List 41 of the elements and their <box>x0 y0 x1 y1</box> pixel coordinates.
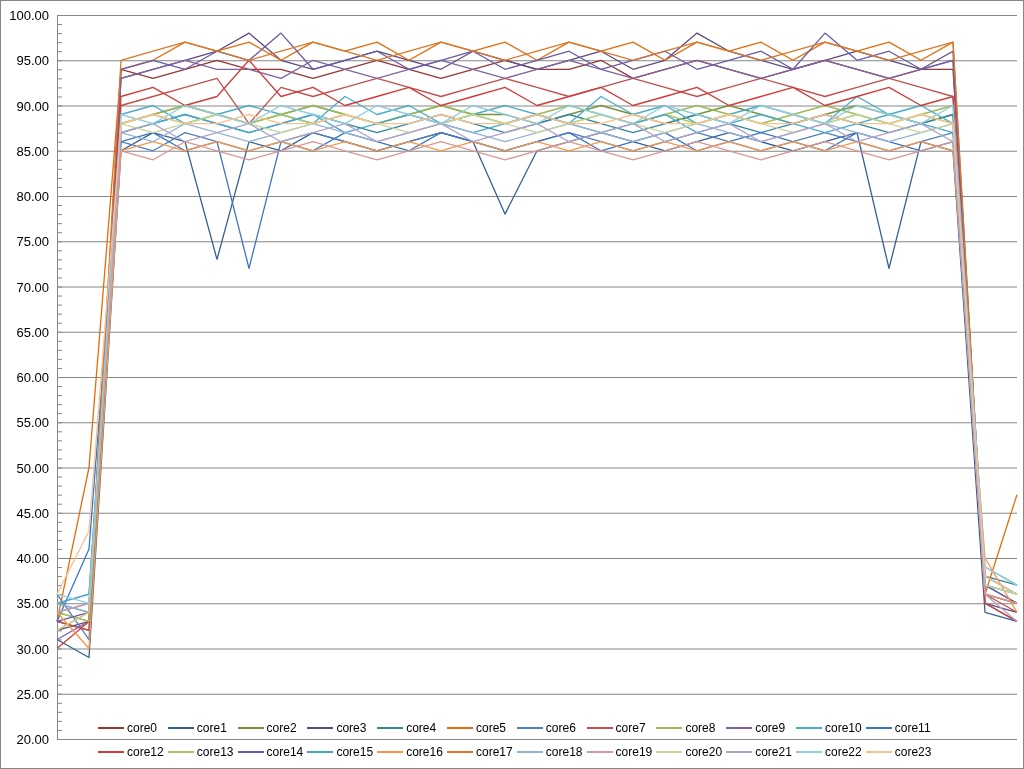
y-axis-label: 100.00 <box>9 8 49 23</box>
y-axis-label: 60.00 <box>16 370 49 385</box>
y-axis-label: 70.00 <box>16 279 49 295</box>
y-axis-label: 75.00 <box>16 234 49 250</box>
y-axis-label: 50.00 <box>16 460 49 476</box>
legend-label: core19 <box>615 745 653 759</box>
y-axis-label: 80.00 <box>16 189 49 204</box>
y-axis-label: 25.00 <box>16 686 49 702</box>
legend-label: core6 <box>545 721 576 735</box>
legend-label: core11 <box>894 721 931 735</box>
legend-label: core0 <box>127 721 158 735</box>
legend-label: core5 <box>476 721 506 735</box>
legend-label: core16 <box>406 745 443 759</box>
legend-label: core13 <box>196 745 234 759</box>
legend-label: core18 <box>545 745 583 759</box>
y-axis-label: 65.00 <box>16 324 49 340</box>
y-axis-label: 35.00 <box>16 596 49 612</box>
y-axis-label: 95.00 <box>16 53 49 69</box>
legend-label: core10 <box>824 721 862 735</box>
y-axis-label: 30.00 <box>16 641 49 657</box>
legend-label: core4 <box>406 721 437 735</box>
legend-label: core22 <box>824 745 862 759</box>
y-axis-label: 40.00 <box>16 551 49 566</box>
legend-label: core3 <box>336 721 367 735</box>
y-axis-label: 45.00 <box>16 505 49 521</box>
legend-label: core21 <box>755 745 792 759</box>
y-axis-label: 55.00 <box>16 415 49 431</box>
legend-label: core17 <box>476 745 513 759</box>
legend-label: core12 <box>127 745 164 759</box>
legend-label: core7 <box>615 721 646 735</box>
legend-label: core2 <box>266 721 297 735</box>
legend-label: core23 <box>894 745 932 759</box>
legend-label: core8 <box>685 721 716 735</box>
y-axis-label: 20.00 <box>16 732 49 747</box>
legend-label: core14 <box>266 745 304 759</box>
legend-label: core20 <box>685 745 723 759</box>
legend-label: core1 <box>196 721 227 735</box>
legend-label: core9 <box>755 721 786 735</box>
legend-label: core15 <box>336 745 374 759</box>
y-axis-label: 85.00 <box>16 143 49 159</box>
y-axis-label: 90.00 <box>16 98 49 114</box>
